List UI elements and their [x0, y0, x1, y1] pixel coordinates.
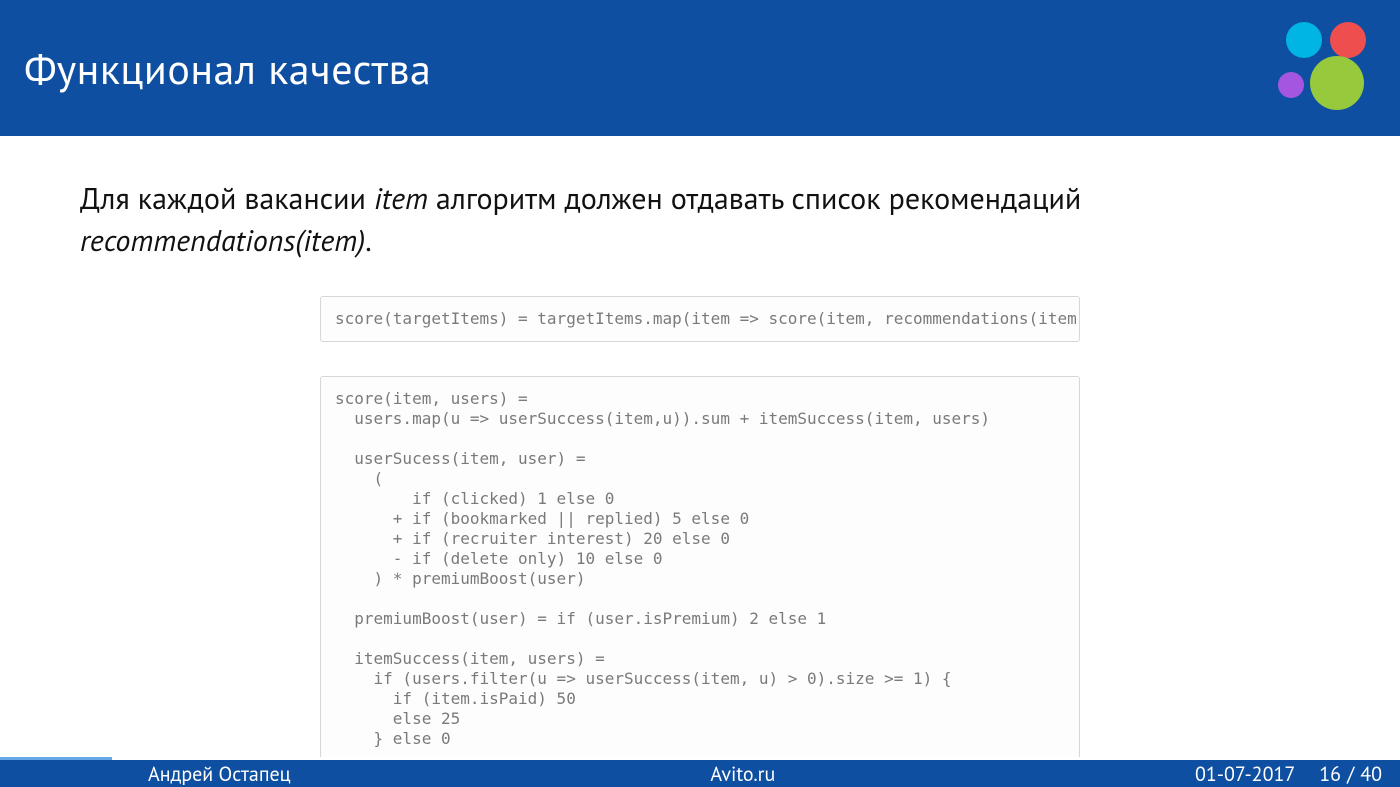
- code-block-2-wrap: score(item, users) = users.map(u => user…: [320, 376, 1080, 762]
- desc-text-3: .: [365, 221, 371, 260]
- slide-title: Функционал качества: [24, 41, 431, 96]
- footer-date: 01-07-2017: [1195, 761, 1295, 787]
- avito-logo: [1278, 22, 1378, 122]
- code-block-2: score(item, users) = users.map(u => user…: [320, 376, 1080, 762]
- logo-dot-blue: [1286, 22, 1322, 58]
- footer-page: 16/40: [1319, 761, 1382, 787]
- code-block-1: score(targetItems) = targetItems.map(ite…: [320, 296, 1080, 342]
- description-paragraph: Для каждой вакансии item алгоритм должен…: [80, 178, 1320, 262]
- logo-dot-red: [1330, 22, 1366, 58]
- footer-author: Андрей Остапец: [18, 761, 291, 787]
- footer-page-sep: /: [1341, 761, 1360, 787]
- logo-dot-purple: [1278, 72, 1304, 98]
- slide-header: Функционал качества: [0, 0, 1400, 136]
- slide: Функционал качества Для каждой вакансии …: [0, 0, 1400, 787]
- logo-dot-green: [1310, 56, 1364, 110]
- desc-italic-item: item: [374, 179, 428, 218]
- desc-text-1: Для каждой вакансии: [80, 179, 374, 218]
- footer-page-total: 40: [1360, 761, 1382, 787]
- slide-body: Для каждой вакансии item алгоритм должен…: [0, 136, 1400, 787]
- desc-italic-rec: recommendations(item): [80, 221, 365, 260]
- slide-footer: Андрей Остапец Avito.ru 01-07-2017 16/40: [0, 760, 1400, 787]
- desc-text-2: алгоритм должен отдавать список рекоменд…: [428, 179, 1081, 218]
- footer-org: Avito.ru: [291, 761, 1195, 787]
- code-block-1-wrap: score(targetItems) = targetItems.map(ite…: [320, 296, 1080, 342]
- footer-page-current: 16: [1319, 761, 1341, 787]
